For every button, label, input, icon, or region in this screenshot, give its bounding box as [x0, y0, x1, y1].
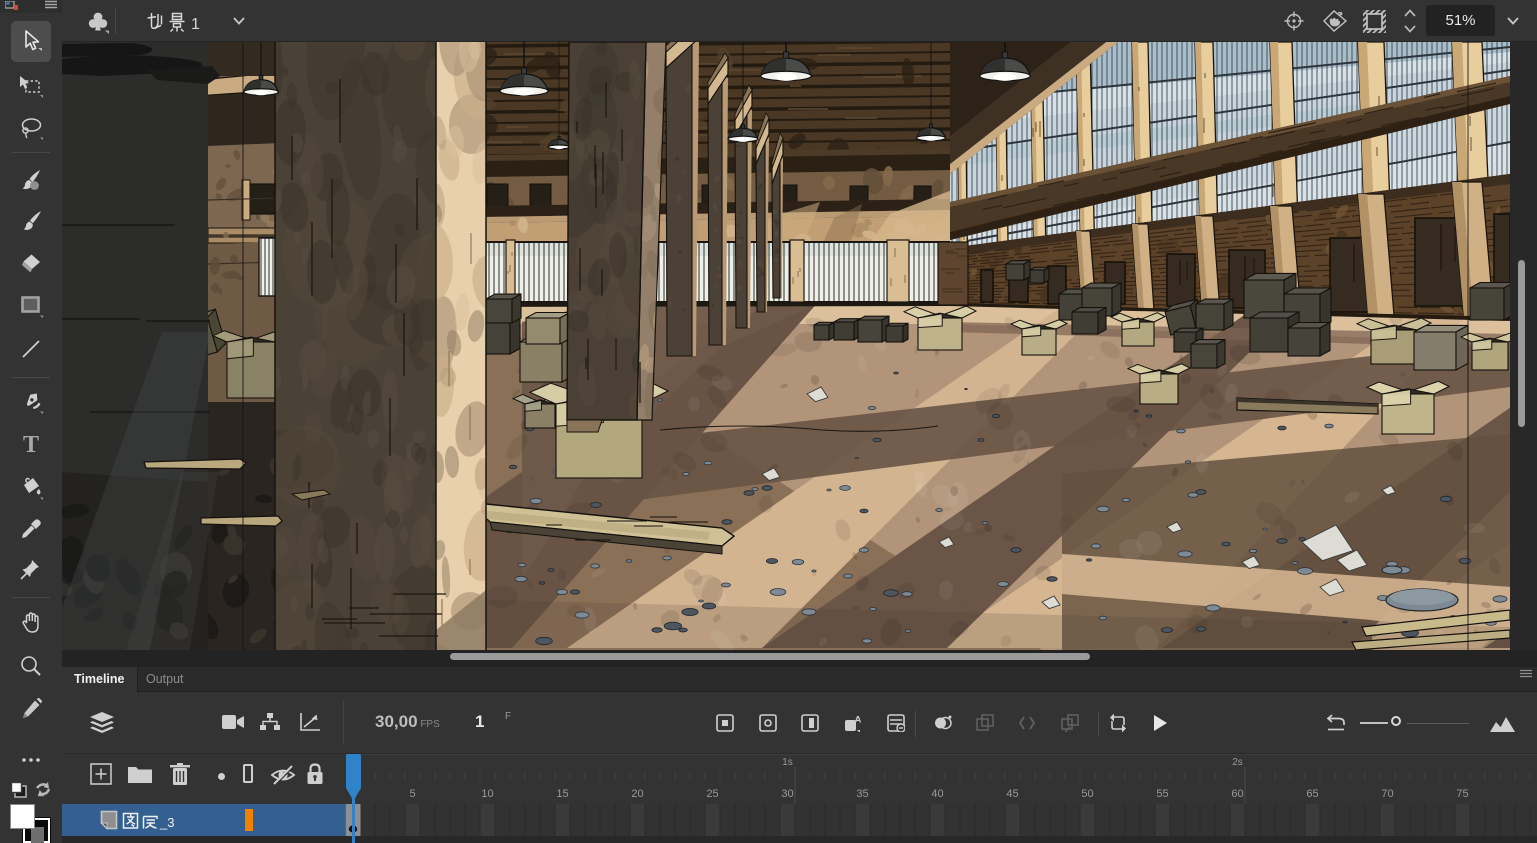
svg-text:70: 70 [1381, 788, 1393, 800]
svg-text:2s: 2s [1232, 757, 1243, 768]
svg-text:55: 55 [1156, 788, 1168, 800]
svg-text:20: 20 [631, 788, 643, 800]
svg-text:5: 5 [409, 788, 415, 800]
svg-text:50: 50 [1081, 788, 1093, 800]
svg-text:30: 30 [781, 788, 793, 800]
svg-text:25: 25 [706, 788, 718, 800]
svg-text:75: 75 [1456, 788, 1468, 800]
svg-text:45: 45 [1006, 788, 1018, 800]
svg-text:_3: _3 [159, 815, 174, 830]
svg-text:A: A [855, 715, 862, 726]
svg-text:15: 15 [556, 788, 568, 800]
svg-text:35: 35 [856, 788, 868, 800]
svg-text:60: 60 [1231, 788, 1243, 800]
svg-text:40: 40 [931, 788, 943, 800]
svg-text:1s: 1s [782, 757, 793, 768]
svg-text:65: 65 [1306, 788, 1318, 800]
svg-text:10: 10 [481, 788, 493, 800]
svg-text:1: 1 [191, 16, 200, 33]
